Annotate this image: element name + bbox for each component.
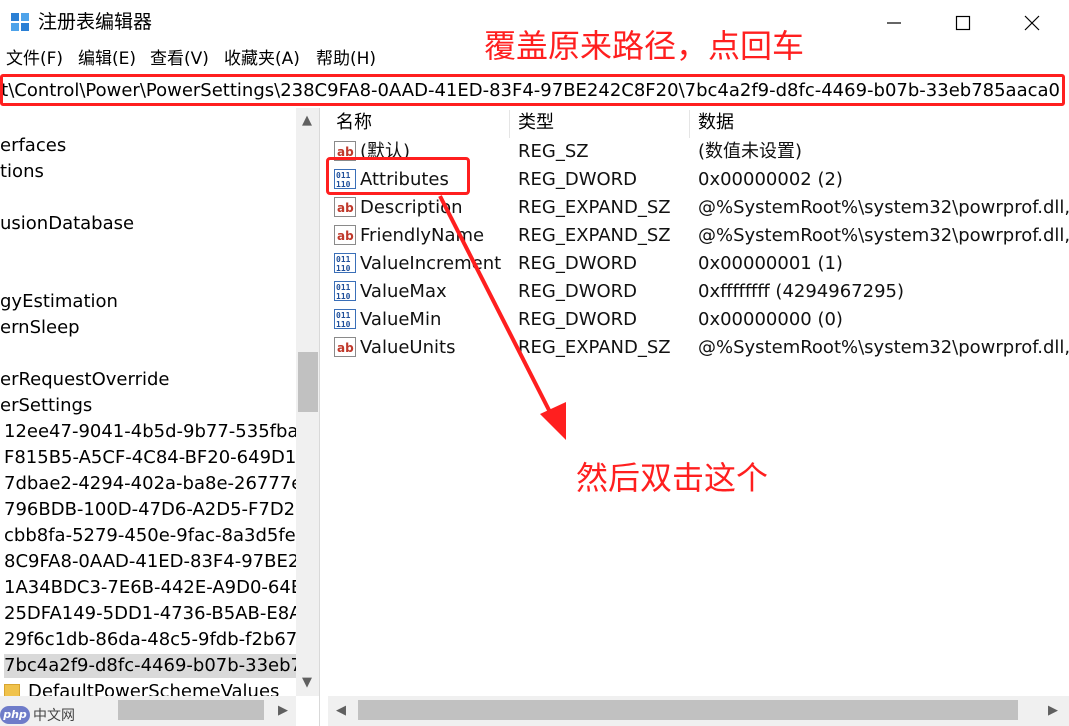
annotation-bottom: 然后双击这个	[576, 459, 769, 497]
watermark: php 中文网	[0, 704, 90, 726]
php-logo: php	[0, 706, 30, 724]
watermark-text: 中文网	[33, 708, 75, 724]
annotation-arrow-icon	[438, 195, 566, 440]
